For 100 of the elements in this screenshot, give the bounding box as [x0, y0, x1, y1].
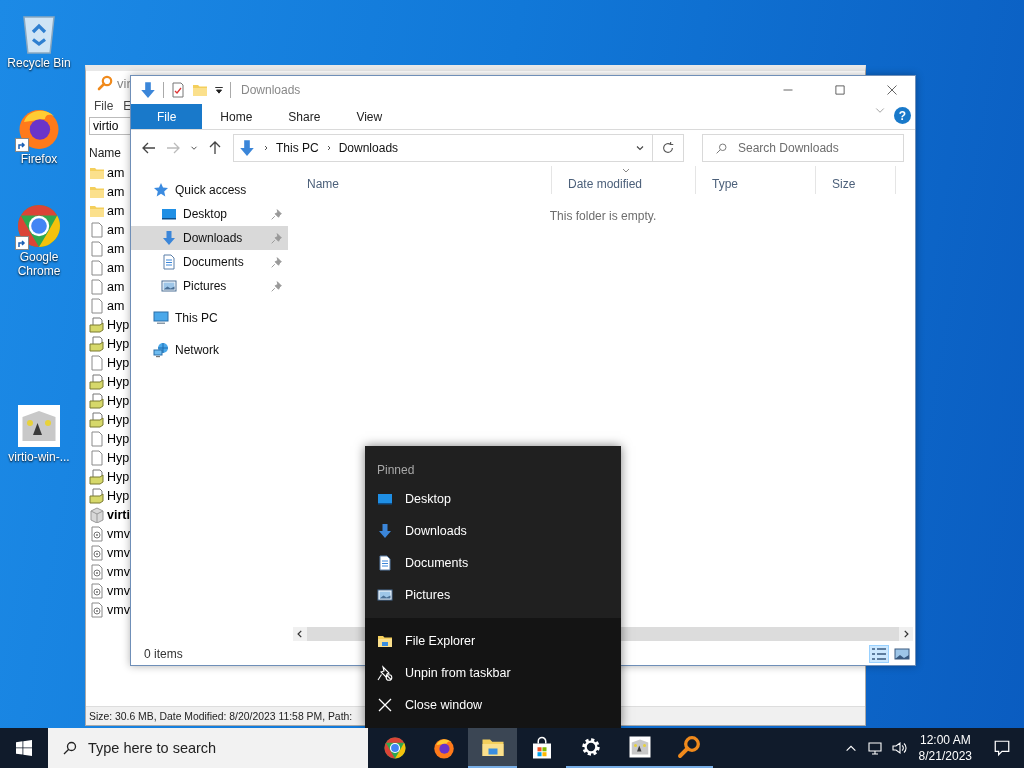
config-file-icon — [89, 525, 105, 542]
menu-item[interactable]: E — [123, 99, 132, 113]
file-name[interactable]: vmv — [107, 526, 130, 541]
desktop-icon-label[interactable]: Recycle Bin — [4, 56, 74, 70]
ribbon-tab[interactable]: Home — [202, 104, 271, 129]
breadcrumb-item[interactable]: This PC — [276, 141, 319, 155]
nav-item[interactable]: Desktop — [131, 202, 288, 226]
file-name[interactable]: vmv — [107, 583, 130, 598]
file-name[interactable]: am — [107, 203, 125, 218]
nav-item[interactable]: Network — [131, 338, 288, 362]
desktop-icon-label[interactable]: Google Chrome — [4, 250, 74, 278]
menu-item[interactable]: Close window — [365, 689, 621, 721]
setup-file-icon — [89, 487, 105, 504]
file-icon — [89, 259, 105, 276]
search-field[interactable]: Search Downloads — [702, 134, 904, 162]
file-name[interactable]: Hyp — [107, 317, 130, 332]
help-button[interactable]: ? — [894, 107, 911, 124]
picture-icon — [161, 278, 177, 294]
file-icon — [89, 240, 105, 257]
clock[interactable]: 12:00 AM 8/21/2023 — [910, 732, 980, 764]
empty-folder-message: This folder is empty. — [549, 209, 657, 223]
column-header[interactable]: Name — [89, 146, 121, 160]
pin-icon — [271, 208, 282, 220]
status-text: 0 items — [144, 647, 183, 661]
ribbon-tab[interactable]: View — [338, 104, 401, 129]
setup-file-icon — [89, 373, 105, 390]
file-icon — [89, 278, 105, 295]
file-name[interactable]: Hyp — [107, 469, 130, 484]
desktop-icon-label[interactable]: Firefox — [4, 152, 74, 166]
address-bar[interactable]: This PC Downloads — [233, 134, 684, 162]
refresh-icon[interactable] — [661, 141, 675, 155]
tiles-view-button[interactable] — [892, 645, 912, 663]
setup-file-icon — [89, 411, 105, 428]
column-header[interactable]: Type — [696, 166, 816, 194]
file-icon — [89, 449, 105, 466]
file-name[interactable]: Hyp — [107, 393, 130, 408]
breadcrumb-item[interactable]: Downloads — [338, 141, 399, 155]
installer-box-icon — [15, 402, 63, 450]
menu-item[interactable]: Unpin from taskbar — [365, 657, 621, 689]
menu-item[interactable]: File Explorer — [365, 625, 621, 657]
file-name[interactable]: am — [107, 165, 125, 180]
menu-item[interactable]: Documents — [365, 547, 621, 579]
ribbon-tab[interactable]: Share — [270, 104, 339, 129]
ribbon-tab[interactable]: File — [131, 104, 203, 129]
windows-logo-icon — [16, 740, 32, 756]
file-name[interactable]: vmv — [107, 564, 130, 579]
details-view-button[interactable] — [869, 645, 889, 663]
file-name[interactable]: Hyp — [107, 336, 130, 351]
nav-item[interactable]: Pictures — [131, 274, 288, 298]
config-file-icon — [89, 563, 105, 580]
file-icon — [89, 430, 105, 447]
file-name[interactable]: Hyp — [107, 431, 130, 446]
nav-item[interactable]: This PC — [131, 306, 288, 330]
file-name[interactable]: am — [107, 222, 125, 237]
download-arrow-icon — [238, 139, 256, 157]
file-name[interactable]: vmv — [107, 602, 130, 617]
setup-file-icon — [89, 392, 105, 409]
menu-item[interactable]: Desktop — [365, 483, 621, 515]
column-header[interactable]: Size — [816, 166, 896, 194]
monitor-icon — [153, 310, 169, 326]
nav-item[interactable]: Documents — [131, 250, 288, 274]
file-name[interactable]: virti — [107, 507, 130, 522]
nav-item[interactable]: Downloads — [131, 226, 288, 250]
folder-icon — [377, 633, 393, 649]
file-name[interactable]: am — [107, 298, 125, 313]
dropdown-icon[interactable] — [214, 85, 224, 95]
file-name[interactable]: Hyp — [107, 412, 130, 427]
scroll-left-icon[interactable] — [295, 629, 305, 639]
scroll-right-icon[interactable] — [901, 629, 911, 639]
up-icon[interactable] — [207, 140, 223, 156]
menu-item[interactable]: Downloads — [365, 515, 621, 547]
magnifier-icon — [676, 735, 701, 759]
maximize-icon — [834, 84, 846, 96]
column-header[interactable]: Date modified — [552, 166, 696, 194]
back-icon[interactable] — [141, 140, 157, 156]
search-icon — [62, 740, 78, 756]
file-name[interactable]: Hyp — [107, 374, 130, 389]
file-name[interactable]: Hyp — [107, 450, 130, 465]
menu-item[interactable]: File — [94, 99, 114, 113]
nav-item[interactable]: Quick access — [131, 178, 288, 202]
setup-file-icon — [89, 316, 105, 333]
desktop-icon-label[interactable]: virtio-win-... — [4, 450, 74, 464]
file-name[interactable]: vmv — [107, 545, 130, 560]
file-name[interactable]: am — [107, 241, 125, 256]
taskbar-app-button[interactable] — [468, 728, 517, 768]
notification-icon — [993, 739, 1011, 757]
setup-file-icon — [89, 335, 105, 352]
config-file-icon — [89, 544, 105, 561]
taskbar-search-field[interactable]: Type here to search — [48, 728, 368, 768]
search-icon — [715, 141, 728, 155]
chevron-icon — [262, 144, 270, 152]
file-name[interactable]: Hyp — [107, 488, 130, 503]
menu-item[interactable]: Pictures — [365, 579, 621, 611]
file-name[interactable]: am — [107, 279, 125, 294]
column-header[interactable]: Name — [291, 166, 552, 194]
properties-icon[interactable] — [170, 82, 186, 98]
file-name[interactable]: am — [107, 184, 125, 199]
download-arrow-icon — [377, 523, 393, 539]
file-name[interactable]: am — [107, 260, 125, 275]
file-name[interactable]: Hyp — [107, 355, 130, 370]
